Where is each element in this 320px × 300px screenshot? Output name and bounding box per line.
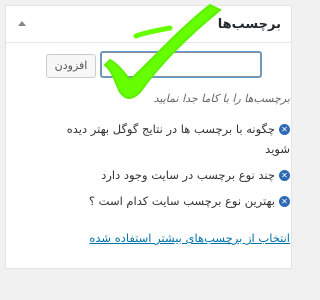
tag-label: چند نوع برچسب در سایت وجود دارد [101,168,275,182]
remove-tag-icon[interactable]: ✕ [279,124,290,135]
tag-input[interactable] [101,52,261,77]
tag-label: چگونه با برچسب ها در نتایج گوگل بهتر دید… [66,122,290,156]
panel-header: برچسب‌ها [6,6,291,43]
tag-item: ✕چگونه با برچسب ها در نتایج گوگل بهتر دی… [50,119,290,159]
collapse-toggle-icon[interactable] [18,21,26,26]
popular-tags-link[interactable]: انتخاب از برچسب‌های بیشتر استفاده شده [89,231,290,245]
tag-label: بهترین نوع برچسب سایت کدام است ؟ [88,194,275,208]
remove-tag-icon[interactable]: ✕ [279,196,290,207]
tag-item: ✕ بهترین نوع برچسب سایت کدام است ؟ [50,191,290,211]
panel-title: برچسب‌ها [217,17,281,32]
tags-hint: برچسب‌ها را با کاما جدا نمایید [153,92,290,105]
add-tag-button[interactable]: افزودن [46,54,96,78]
tag-item: ✕ چند نوع برچسب در سایت وجود دارد [50,165,290,185]
remove-tag-icon[interactable]: ✕ [279,170,290,181]
